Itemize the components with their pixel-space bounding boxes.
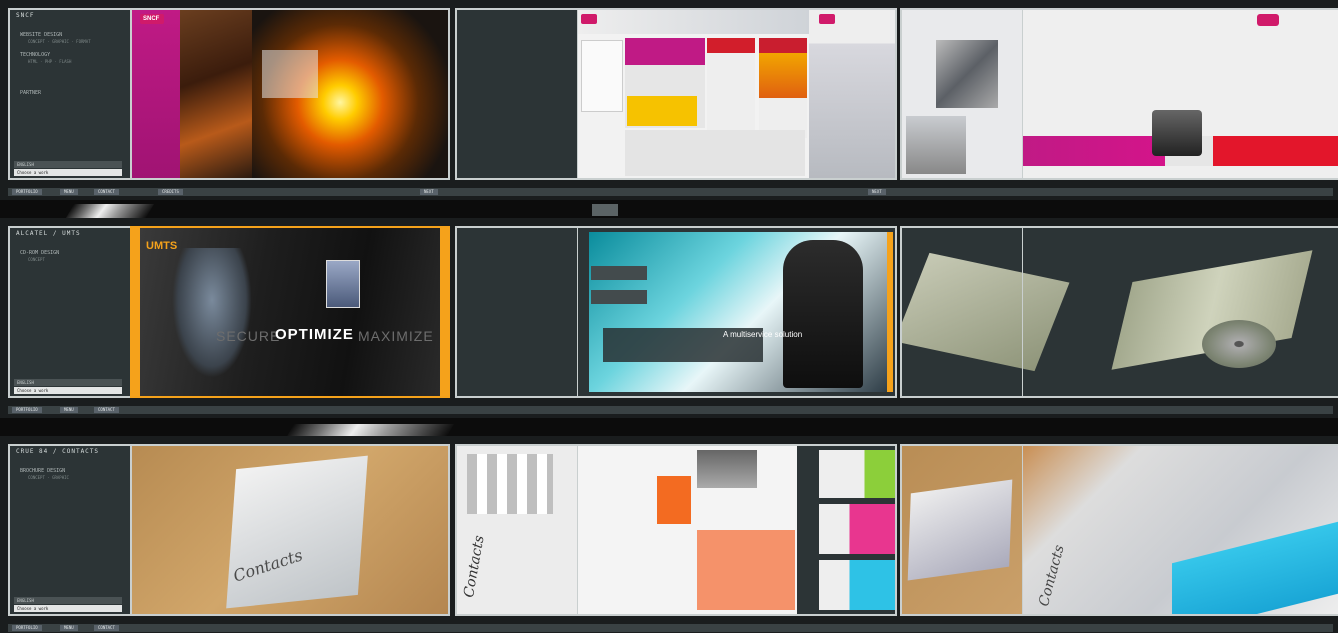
bottom-nav-bar: PORTFOLIO MENU CONTACT CREDITS NEXT NEXT [8, 188, 1333, 196]
brochure-stack [226, 455, 368, 609]
nav-portfolio[interactable]: PORTFOLIO [12, 625, 42, 631]
gap [797, 446, 817, 614]
nav-next[interactable]: NEXT [868, 189, 886, 195]
web-block-orange [759, 38, 807, 138]
photo-thumb [697, 450, 757, 488]
screen-menu-item [591, 290, 647, 304]
thumbnail-image [180, 10, 252, 178]
product-image [1152, 110, 1202, 156]
screenshot-frame-1[interactable]: SNCF [130, 8, 450, 180]
section-title: SNCF [16, 12, 35, 19]
banner-word-highlight: OPTIMIZE [275, 326, 354, 343]
banner-word: MAXIMIZE [358, 328, 434, 344]
brochure-pattern [467, 454, 553, 514]
nav-menu[interactable]: MENU [60, 625, 78, 631]
orange-block-light [697, 530, 795, 610]
portfolio-row-contacts: CRUE 84 / CONTACTS BROCHURE DESIGN CONCE… [0, 436, 1338, 633]
frame-divider [1022, 228, 1023, 396]
sncf-logo [1257, 14, 1279, 26]
web-sidebar [581, 40, 623, 112]
frame-divider [1022, 446, 1023, 614]
screenshot-frame-3[interactable] [900, 226, 1338, 398]
portfolio-row-sncf: SNCF WEBSITE DESIGN CONCEPT · GRAPHIC · … [0, 0, 1338, 208]
nav-contact[interactable]: CONTACT [94, 407, 119, 413]
screenshot-frame-3[interactable]: Contacts [900, 444, 1338, 616]
side-menu-panel: SNCF WEBSITE DESIGN CONCEPT · GRAPHIC · … [8, 8, 130, 180]
decorative-swoosh [65, 204, 155, 218]
frame-divider [577, 10, 578, 178]
orange-block [657, 476, 691, 524]
photo-thumb [936, 40, 998, 108]
frame-divider [577, 446, 578, 614]
person-image [172, 248, 252, 378]
cd-disc [1202, 320, 1276, 368]
orange-stripe [887, 232, 893, 392]
work-select[interactable]: Choose a work [14, 387, 122, 394]
side-menu-panel: ALCATEL / UMTS CD-ROM DESIGN CONCEPT ENG… [8, 226, 130, 398]
menu-item-website-design[interactable]: WEBSITE DESIGN [20, 32, 62, 38]
screenshot-frame-2[interactable] [455, 8, 897, 180]
bottom-nav-bar: PORTFOLIO MENU CONTACT [8, 624, 1333, 632]
language-label[interactable]: ENGLISH [14, 597, 122, 604]
bottom-nav-bar: PORTFOLIO MENU CONTACT [8, 406, 1333, 414]
screenshot-frame-2[interactable]: A multiservice solution [455, 226, 897, 398]
side-menu-panel: CRUE 84 / CONTACTS BROCHURE DESIGN CONCE… [8, 444, 130, 616]
screenshot-frame-3[interactable] [900, 8, 1338, 180]
screen-tagline: A multiservice solution [723, 330, 803, 339]
section-title: CRUE 84 / CONTACTS [16, 448, 100, 455]
menu-item-partner[interactable]: PARTNER [20, 90, 41, 96]
menu-item-sub: CONCEPT · GRAPHIC [28, 475, 69, 480]
row-connector [592, 204, 618, 216]
section-title: ALCATEL / UMTS [16, 230, 81, 237]
nav-menu[interactable]: MENU [60, 189, 78, 195]
portrait-thumb [326, 260, 360, 308]
magenta-column [132, 10, 180, 178]
overlay-text-box [262, 50, 318, 98]
nav-menu[interactable]: MENU [60, 407, 78, 413]
menu-item-sub: HTML · PHP · FLASH [28, 59, 72, 64]
banner-title: UMTS [146, 240, 178, 252]
portfolio-row-umts: ALCATEL / UMTS CD-ROM DESIGN CONCEPT ENG… [0, 218, 1338, 426]
language-label[interactable]: ENGLISH [14, 379, 122, 386]
nav-portfolio[interactable]: PORTFOLIO [12, 407, 42, 413]
page-pink [819, 504, 895, 554]
nav-contact[interactable]: CONTACT [94, 189, 119, 195]
person-image [783, 240, 863, 388]
language-label[interactable]: ENGLISH [14, 161, 122, 168]
frame-divider [1022, 10, 1023, 178]
menu-item-brochure-design[interactable]: BROCHURE DESIGN [20, 468, 65, 474]
screenshot-frame-1[interactable]: UMTS SECURE OPTIMIZE MAXIMIZE [130, 226, 450, 398]
nav-credits[interactable]: CREDITS [158, 189, 183, 195]
menu-item-cdrom-design[interactable]: CD-ROM DESIGN [20, 250, 59, 256]
work-select[interactable]: Choose a work [14, 605, 122, 612]
menu-item-sub: CONCEPT · GRAPHIC · FORMAT [28, 39, 91, 44]
nav-next[interactable]: NEXT [420, 189, 438, 195]
menu-item-technology[interactable]: TECHNOLOGY [20, 52, 50, 58]
banner-word: SECURE [216, 328, 281, 344]
web-page-header [577, 10, 809, 34]
screenshot-frame-2[interactable]: Contacts [455, 444, 897, 616]
screenshot-frame-1[interactable]: Contacts [130, 444, 450, 616]
nav-contact[interactable]: CONTACT [94, 625, 119, 631]
sncf-logo [819, 14, 835, 24]
page-green [819, 450, 895, 498]
web-block-yellow [627, 96, 697, 126]
frame-divider [577, 228, 578, 396]
work-select[interactable]: Choose a work [14, 169, 122, 176]
photo-thumb [906, 116, 966, 174]
brochure-closed [902, 252, 1070, 372]
web-page-edge [809, 10, 895, 178]
page-cyan [819, 560, 895, 610]
web-footer-area [625, 130, 805, 176]
menu-item-sub: CONCEPT [28, 257, 45, 262]
orange-stripe [440, 228, 448, 396]
sncf-logo-text: SNCF [143, 16, 160, 22]
brochure-fan [907, 479, 1013, 581]
screen-menu-item [591, 266, 647, 280]
web-block-red [707, 38, 755, 138]
nav-portfolio[interactable]: PORTFOLIO [12, 189, 42, 195]
orange-stripe [132, 228, 140, 396]
sncf-logo [581, 14, 597, 24]
